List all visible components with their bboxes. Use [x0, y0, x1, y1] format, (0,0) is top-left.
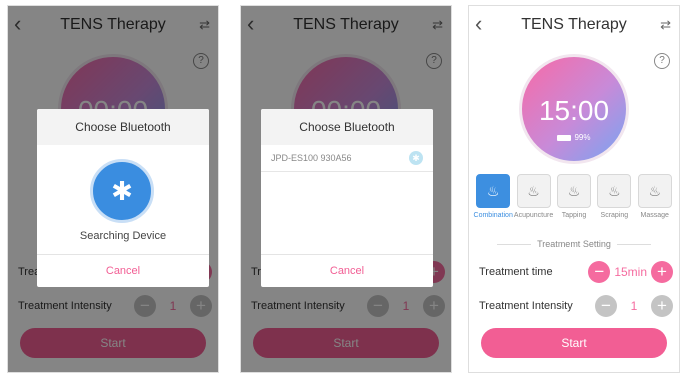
bluetooth-icon: ✱ [90, 159, 154, 223]
mode-combination[interactable]: ♨ Combination [473, 174, 513, 220]
swap-icon[interactable]: ⇄ [660, 17, 671, 33]
mode-label: Massage [640, 212, 669, 219]
page-title: TENS Therapy [521, 16, 627, 33]
time-minus-button[interactable]: − [588, 261, 611, 283]
phone-screen-main: ‹ TENS Therapy ⇄ ? 15:00 99% ♨ Combinati… [468, 5, 680, 373]
cancel-button[interactable]: Cancel [37, 254, 209, 287]
device-list-item[interactable]: JPD-ES100 930A56 ✱ [261, 145, 433, 172]
bluetooth-dialog: Choose Bluetooth ✱ Searching Device Canc… [37, 109, 209, 287]
intensity-value: 1 [630, 299, 638, 313]
mode-label: Acupuncture [513, 212, 554, 219]
mode-label: Scraping [600, 212, 629, 219]
massage-combination-icon: ♨ [476, 174, 511, 208]
battery-icon [557, 134, 572, 141]
start-button[interactable]: Start [481, 328, 667, 358]
massage-tapping-icon: ♨ [556, 174, 591, 208]
treatment-intensity-row: Treatment Intensity − 1 + [479, 293, 673, 319]
dialog-title: Choose Bluetooth [37, 109, 209, 145]
mode-selector: ♨ Combination ♨ Acupuncture ♨ Tapping ♨ … [469, 174, 679, 220]
intensity-plus-button[interactable]: + [651, 295, 673, 317]
treatment-intensity-label: Treatment Intensity [479, 300, 573, 312]
battery-indicator: 99% [522, 133, 626, 142]
mode-acupuncture[interactable]: ♨ Acupuncture [514, 174, 554, 220]
timer-dial: 15:00 99% [519, 54, 629, 164]
cancel-button[interactable]: Cancel [261, 254, 433, 287]
mode-massage[interactable]: ♨ Massage [635, 174, 675, 220]
mode-scraping[interactable]: ♨ Scraping [594, 174, 634, 220]
mode-tapping[interactable]: ♨ Tapping [554, 174, 594, 220]
device-name: JPD-ES100 930A56 [271, 153, 352, 163]
timer-value: 15:00 [538, 95, 610, 126]
mode-label: Combination [473, 212, 513, 219]
bluetooth-dialog: Choose Bluetooth JPD-ES100 930A56 ✱ Canc… [261, 109, 433, 287]
searching-status: Searching Device [79, 230, 167, 242]
help-icon[interactable]: ? [654, 53, 670, 69]
header: ‹ TENS Therapy ⇄ [469, 6, 679, 44]
phone-screen-searching: ‹ TENS Therapy ⇄ ? 00:00 Treatment time … [7, 5, 219, 373]
massage-massage-icon: ♨ [637, 174, 672, 208]
dialog-title: Choose Bluetooth [261, 109, 433, 145]
bluetooth-badge-icon: ✱ [409, 151, 423, 165]
treatment-time-value: 15min [614, 265, 647, 279]
phone-screen-device-list: ‹ TENS Therapy ⇄ ? 00:00 Treatment time … [240, 5, 452, 373]
back-icon[interactable]: ‹ [475, 13, 482, 35]
treatment-time-label: Treatment time [479, 266, 553, 278]
mode-label: Tapping [561, 212, 587, 219]
massage-acupuncture-icon: ♨ [516, 174, 551, 208]
intensity-minus-button[interactable]: − [595, 295, 617, 317]
section-title: Treatmemt Setting [469, 239, 679, 249]
massage-scraping-icon: ♨ [597, 174, 632, 208]
battery-percent: 99% [574, 133, 591, 142]
treatment-time-row: Treatment time − 15min + [479, 259, 673, 285]
time-plus-button[interactable]: + [651, 261, 673, 283]
